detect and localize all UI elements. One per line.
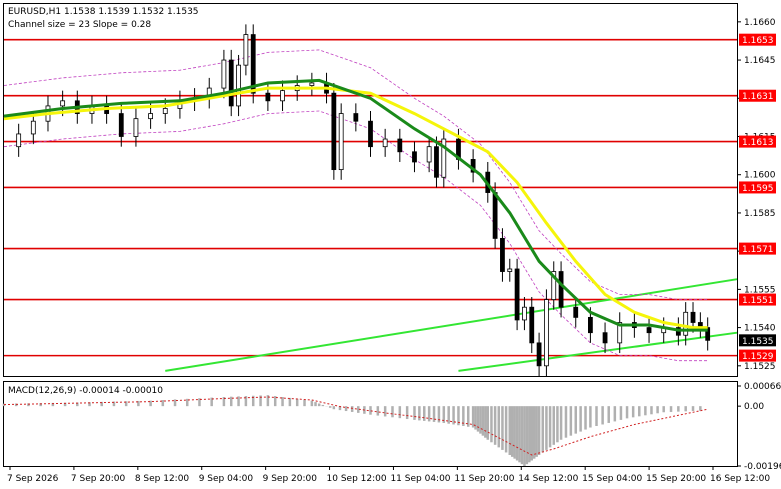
x-tick-label: 15 Sep 04:00 bbox=[582, 474, 642, 484]
y-tick-label: 1.1540 bbox=[744, 324, 776, 334]
candle-body bbox=[536, 342, 542, 367]
candle-body bbox=[544, 299, 549, 367]
candle-body bbox=[243, 34, 249, 66]
candle-body bbox=[228, 59, 234, 107]
candle-body bbox=[529, 306, 535, 344]
candle-body bbox=[602, 332, 608, 344]
candle-body bbox=[588, 316, 593, 334]
main-frame bbox=[3, 3, 738, 377]
level-tag-label: 1.1595 bbox=[742, 184, 774, 194]
x-tick-label: 7 Sep 2026 bbox=[7, 474, 59, 484]
level-tag-label: 1.1653 bbox=[742, 36, 774, 46]
candle-body bbox=[573, 306, 579, 318]
symbol-line: EURUSD,H1 1.1538 1.1539 1.1532 1.1535 bbox=[8, 7, 199, 17]
candle-body bbox=[368, 120, 373, 148]
x-tick-label: 7 Sep 20:00 bbox=[71, 474, 126, 484]
macd-tick-label: 0.00066 bbox=[744, 382, 781, 392]
candle-body bbox=[690, 311, 696, 323]
x-tick-label: 15 Sep 20:00 bbox=[646, 474, 706, 484]
candle-body bbox=[434, 146, 439, 178]
candle-body bbox=[492, 192, 498, 239]
candle-body bbox=[514, 268, 520, 321]
candle-body bbox=[148, 113, 154, 120]
candle-body bbox=[118, 113, 124, 137]
y-tick-label: 1.1645 bbox=[744, 56, 776, 66]
eurusd-chart: EURUSD,H1 1.1538 1.1539 1.1532 1.1535 Ch… bbox=[2, 3, 781, 484]
candle-body bbox=[338, 113, 344, 171]
x-tick-label: 11 Sep 04:00 bbox=[390, 474, 450, 484]
candle-body bbox=[221, 59, 227, 89]
candle-body bbox=[397, 138, 403, 153]
candle-body bbox=[250, 34, 256, 94]
y-tick-label: 1.1585 bbox=[744, 209, 776, 219]
macd-label: MACD(12,26,9) -0.00014 -0.00010 bbox=[8, 386, 163, 396]
candle-body bbox=[507, 268, 513, 272]
macd-tick-label: 0.00 bbox=[744, 402, 764, 412]
candle-body bbox=[133, 118, 139, 137]
x-tick-label: 10 Sep 12:00 bbox=[327, 474, 387, 484]
candle-body bbox=[162, 108, 168, 114]
candle-body bbox=[412, 151, 417, 163]
level-tag-label: 1.1613 bbox=[742, 138, 774, 148]
level-tag-label: 1.1529 bbox=[742, 352, 774, 362]
y-tick-label: 1.1525 bbox=[744, 362, 776, 372]
current-price-label: 1.1535 bbox=[742, 337, 774, 347]
candle-body bbox=[309, 82, 315, 86]
channel-line: Channel size = 23 Slope = 0.28 bbox=[8, 20, 151, 30]
candle-body bbox=[265, 92, 271, 102]
x-tick-label: 9 Sep 20:00 bbox=[263, 474, 318, 484]
candle-body bbox=[353, 113, 359, 122]
candle-body bbox=[236, 64, 241, 107]
level-tag-label: 1.1551 bbox=[742, 296, 774, 306]
macd-tick-label: -0.00196 bbox=[744, 462, 781, 472]
x-tick-label: 16 Sep 12:00 bbox=[710, 474, 770, 484]
candle-body bbox=[522, 306, 527, 321]
x-axis-ticks: 7 Sep 2026 7 Sep 20:00 8 Sep 12:00 9 Sep 04… bbox=[7, 466, 770, 484]
candle-body bbox=[30, 120, 36, 135]
y-axis-ticks: 1.16601.16451.16301.16151.16001.15851.15… bbox=[737, 18, 776, 372]
y-tick-label: 1.1660 bbox=[744, 18, 776, 28]
x-tick-label: 14 Sep 12:00 bbox=[518, 474, 578, 484]
candle-body bbox=[683, 311, 689, 336]
x-tick-label: 11 Sep 20:00 bbox=[454, 474, 514, 484]
x-tick-label: 8 Sep 12:00 bbox=[135, 474, 190, 484]
candle-body bbox=[331, 92, 337, 171]
candle-body bbox=[558, 271, 564, 308]
y-tick-label: 1.1600 bbox=[744, 171, 776, 181]
candle-body bbox=[16, 133, 22, 148]
candle-body bbox=[500, 238, 505, 272]
candle-body bbox=[280, 90, 285, 102]
level-tag-label: 1.1571 bbox=[742, 245, 774, 255]
level-tag-label: 1.1631 bbox=[742, 92, 774, 102]
level-tags: 1.1653 1.1631 1.1613 1.1595 1.1571 1.1551 1.15… bbox=[739, 33, 776, 362]
x-tick-label: 9 Sep 04:00 bbox=[199, 474, 254, 484]
candle-body bbox=[646, 327, 652, 334]
candle-body bbox=[60, 100, 66, 107]
candle-body bbox=[382, 138, 388, 148]
candle-body bbox=[426, 146, 432, 163]
